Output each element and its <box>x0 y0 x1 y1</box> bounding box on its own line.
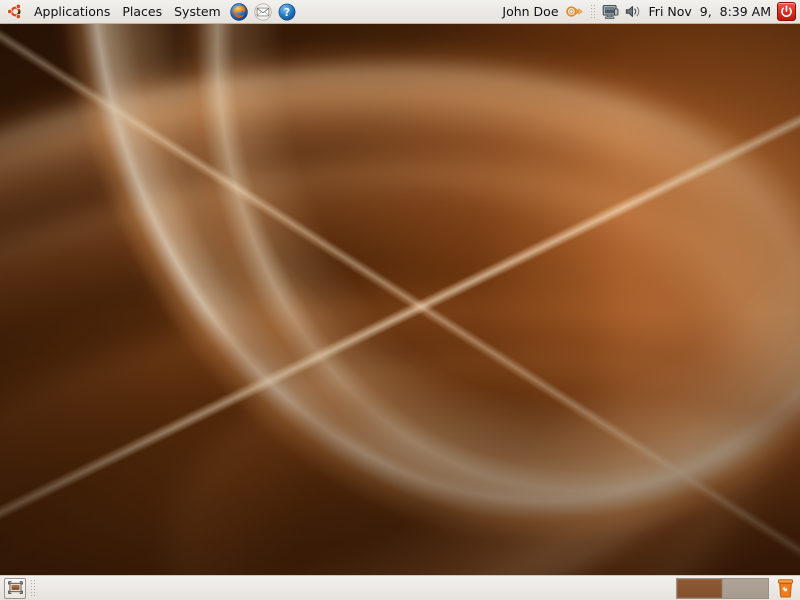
user-switcher-button[interactable] <box>563 1 586 23</box>
volume-icon <box>625 4 641 19</box>
clock-applet[interactable]: Fri Nov 9, 8:39 AM <box>644 1 776 23</box>
bottom-panel-right-group <box>676 576 798 600</box>
svg-text:?: ? <box>284 6 290 19</box>
workspace-2[interactable] <box>723 579 768 598</box>
desktop-wallpaper[interactable] <box>0 24 800 575</box>
top-panel: Applications Places System <box>0 0 800 24</box>
window-list-drag-handle[interactable] <box>30 579 37 598</box>
menu-system[interactable]: System <box>168 1 227 23</box>
top-panel-left-group: Applications Places System <box>2 0 299 23</box>
show-desktop-button[interactable] <box>4 578 26 599</box>
network-monitor-icon <box>602 4 619 20</box>
ubuntu-logo-icon <box>7 3 24 20</box>
wallpaper-arc-primary <box>0 24 800 575</box>
ubuntu-logo-button[interactable] <box>2 1 28 23</box>
workspace-1[interactable] <box>677 579 722 598</box>
wallpaper-base-gradient <box>0 24 800 575</box>
firefox-icon <box>230 3 248 21</box>
wallpaper-light-band-lower <box>0 24 800 575</box>
menu-applications[interactable]: Applications <box>28 1 116 23</box>
desktop-screen: Applications Places System <box>0 0 800 600</box>
user-menu-button[interactable]: John Doe <box>500 1 562 23</box>
menu-places[interactable]: Places <box>116 1 168 23</box>
user-switcher-icon <box>566 4 583 19</box>
bottom-panel-left-group <box>2 576 41 600</box>
help-icon: ? <box>278 3 296 21</box>
network-monitor-button[interactable] <box>599 1 622 23</box>
help-launcher-button[interactable]: ? <box>275 1 299 23</box>
volume-button[interactable] <box>622 1 644 23</box>
wallpaper-light-band-left <box>0 24 800 575</box>
wallpaper-arc-secondary <box>141 24 800 570</box>
firefox-launcher-button[interactable] <box>227 1 251 23</box>
wallpaper-streak-primary <box>0 24 800 575</box>
wallpaper-streak-secondary <box>0 24 800 575</box>
mail-launcher-button[interactable] <box>251 1 275 23</box>
show-desktop-icon <box>8 581 23 595</box>
mail-icon <box>254 3 272 21</box>
bottom-panel <box>0 575 800 600</box>
trash-button[interactable] <box>773 577 797 600</box>
trash-icon <box>777 579 794 598</box>
shutdown-button[interactable] <box>777 2 796 21</box>
wallpaper-vignette <box>0 24 800 575</box>
top-panel-right-group: John Doe <box>500 0 798 23</box>
wallpaper-arc-lower-left <box>0 208 800 575</box>
workspace-switcher[interactable] <box>676 578 769 599</box>
wallpaper-arc-lower-right <box>100 257 800 575</box>
shutdown-icon <box>780 5 793 18</box>
panel-separator-handle <box>590 4 595 20</box>
